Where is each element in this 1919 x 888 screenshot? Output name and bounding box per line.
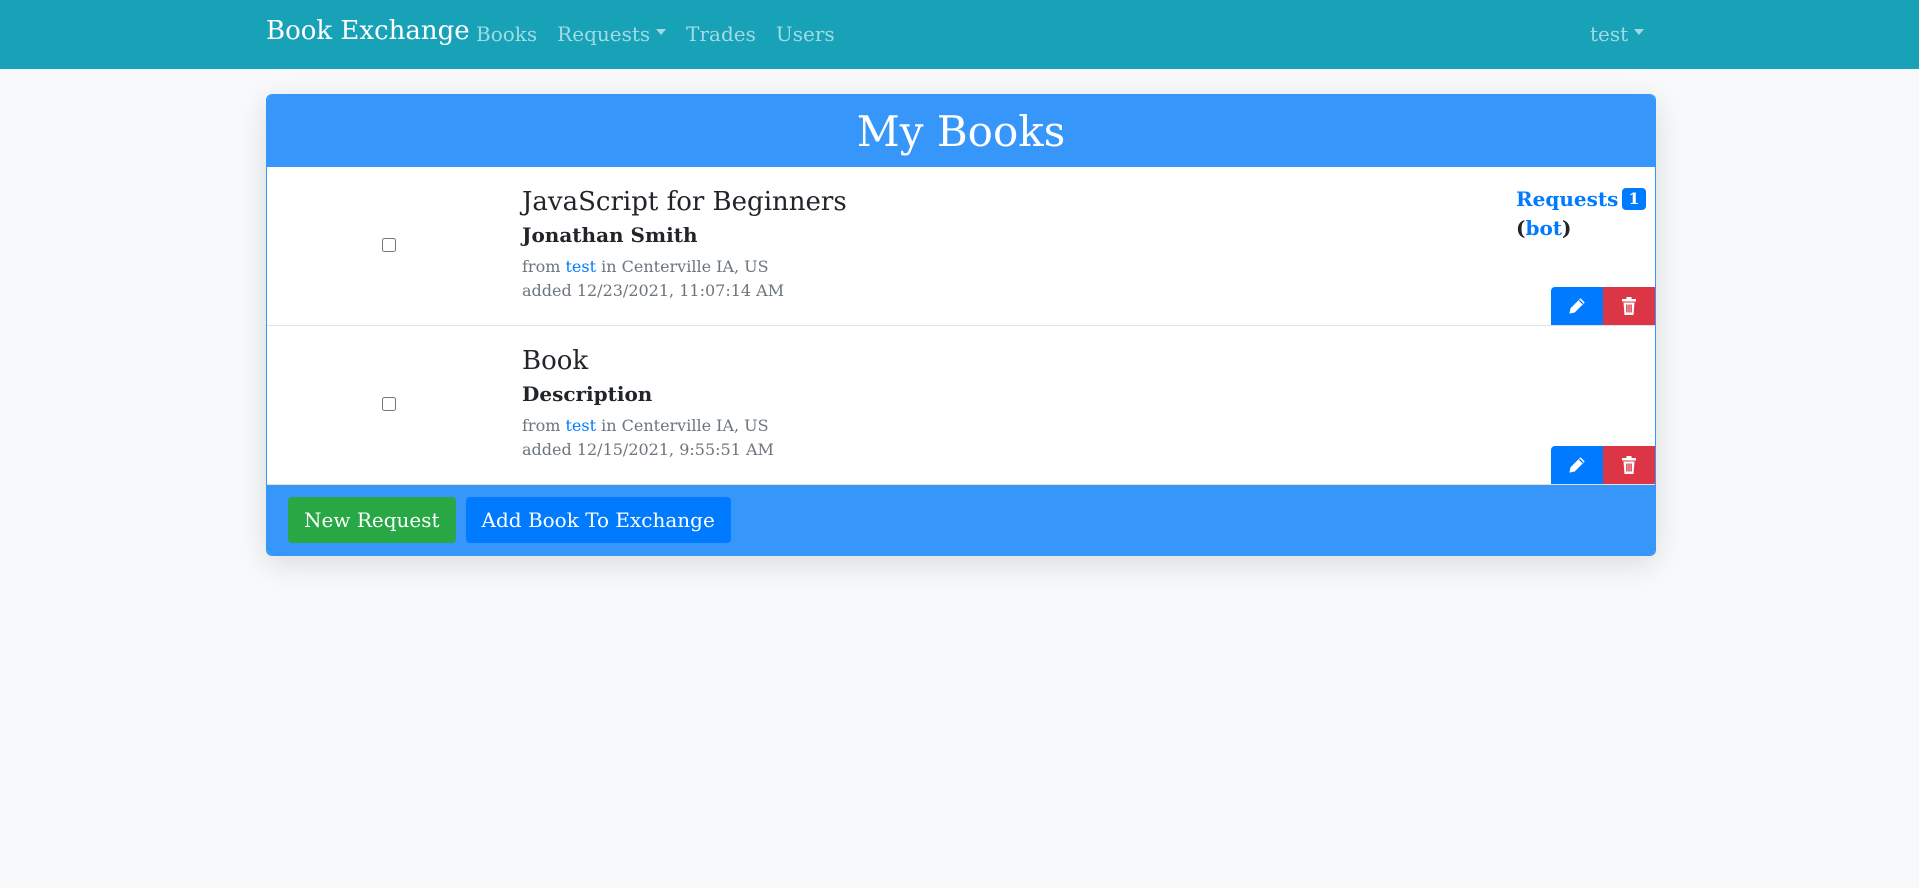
chevron-down-icon bbox=[656, 29, 667, 35]
book-row: Book Description from test in Centervill… bbox=[267, 326, 1655, 485]
nav-link-trades[interactable]: Trades bbox=[686, 22, 756, 46]
add-book-button[interactable]: Add Book To Exchange bbox=[465, 497, 731, 543]
book-description: Jonathan Smith bbox=[522, 223, 698, 247]
delete-book-button[interactable] bbox=[1603, 287, 1655, 325]
book-select-checkbox[interactable] bbox=[382, 397, 396, 411]
delete-book-button[interactable] bbox=[1603, 446, 1655, 484]
location-text: in Centerville IA, US bbox=[601, 257, 769, 276]
nav-link-books-label: Books bbox=[476, 22, 538, 46]
book-title: JavaScript for Beginners bbox=[522, 187, 847, 217]
book-description: Description bbox=[522, 382, 653, 406]
edit-book-button[interactable] bbox=[1551, 446, 1603, 484]
owner-link[interactable]: test bbox=[565, 257, 596, 276]
location-text: in Centerville IA, US bbox=[601, 416, 769, 435]
owner-link[interactable]: test bbox=[565, 416, 596, 435]
nav-link-books[interactable]: Books bbox=[476, 22, 537, 46]
nav-link-users-label: Users bbox=[775, 22, 835, 46]
requests-link[interactable]: Requests 1 bbox=[1516, 187, 1646, 211]
book-info: JavaScript for Beginners Jonathan Smith … bbox=[522, 187, 847, 303]
chevron-down-icon bbox=[1634, 29, 1645, 35]
book-added-date: added 12/23/2021, 11:07:14 AM bbox=[522, 281, 785, 300]
book-owner-line: from test in Centerville IA, US bbox=[522, 414, 774, 438]
pencil-icon bbox=[1569, 298, 1585, 314]
navbar: Book Exchange Books Requests Trades User… bbox=[0, 0, 1919, 69]
close-paren: ) bbox=[1562, 216, 1572, 240]
edit-book-button[interactable] bbox=[1551, 287, 1603, 325]
book-row: JavaScript for Beginners Jonathan Smith … bbox=[267, 167, 1655, 326]
nav-dropdown-requests[interactable]: Requests bbox=[557, 22, 667, 46]
from-label: from bbox=[522, 257, 561, 276]
trash-icon bbox=[1622, 297, 1636, 315]
book-actions bbox=[1551, 446, 1655, 484]
book-actions bbox=[1551, 287, 1655, 325]
pencil-icon bbox=[1569, 457, 1585, 473]
book-owner-line: from test in Centerville IA, US bbox=[522, 255, 847, 279]
card-title: My Books bbox=[267, 95, 1655, 167]
user-menu-dropdown[interactable]: test bbox=[1590, 22, 1645, 46]
requests-count-badge: 1 bbox=[1622, 188, 1646, 210]
requester-link[interactable]: bot bbox=[1525, 216, 1562, 240]
my-books-card: My Books JavaScript for Beginners Jonath… bbox=[266, 94, 1656, 556]
book-title: Book bbox=[522, 346, 589, 376]
user-name: test bbox=[1590, 22, 1629, 46]
brand-link[interactable]: Book Exchange bbox=[266, 16, 470, 46]
from-label: from bbox=[522, 416, 561, 435]
nav-link-users[interactable]: Users bbox=[776, 22, 835, 46]
book-info: Book Description from test in Centervill… bbox=[522, 346, 774, 462]
requests-label: Requests bbox=[1516, 187, 1619, 211]
nav-link-trades-label: Trades bbox=[686, 22, 756, 46]
book-added-date: added 12/15/2021, 9:55:51 AM bbox=[522, 440, 774, 459]
nav-link-requests-label: Requests bbox=[557, 22, 651, 46]
book-select-checkbox[interactable] bbox=[382, 238, 396, 252]
card-footer: New Request Add Book To Exchange bbox=[267, 485, 1655, 555]
requests-info: Requests 1 (bot) bbox=[1516, 185, 1646, 243]
new-request-button[interactable]: New Request bbox=[288, 497, 456, 543]
nav-links: Books Requests Trades Users bbox=[476, 22, 855, 46]
trash-icon bbox=[1622, 456, 1636, 474]
